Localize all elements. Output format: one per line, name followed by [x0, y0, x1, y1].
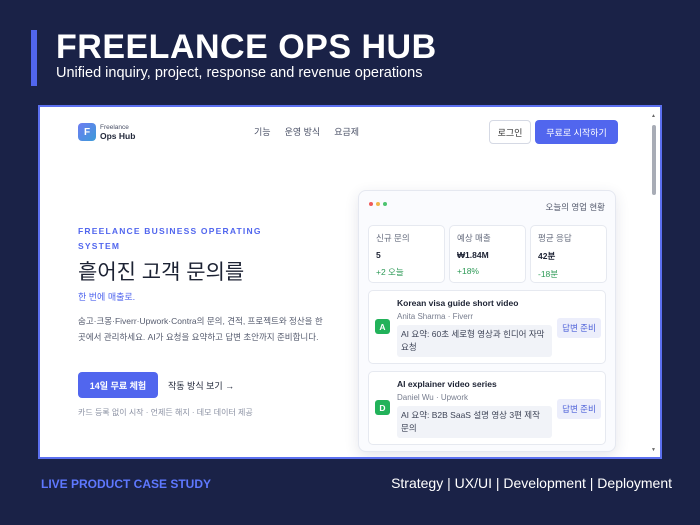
- dashboard-preview: 오늘의 영업 현황 신규 문의 5 +2 오늘 예상 매출 ₩1.84M +18…: [358, 190, 616, 452]
- hero-headline: 흩어진 고객 문의를: [78, 261, 245, 284]
- stat-value: ₩1.84M: [457, 250, 489, 260]
- stat-card-avg-response: 평균 응답 42분 -18분: [530, 225, 607, 283]
- login-button[interactable]: 로그인: [489, 120, 531, 144]
- site-logo[interactable]: F Freelance Ops Hub: [78, 123, 135, 141]
- stat-card-new-inquiries: 신규 문의 5 +2 오늘: [368, 225, 445, 283]
- how-it-works-link[interactable]: 작동 방식 보기 →: [168, 379, 234, 392]
- start-free-button[interactable]: 무료로 시작하기: [535, 120, 618, 144]
- deck-subtitle: Unified inquiry, project, response and r…: [56, 65, 423, 81]
- services-list: Strategy | UX/UI | Development | Deploym…: [391, 475, 672, 491]
- stat-delta: +18%: [457, 266, 479, 276]
- logo-text: Freelance Ops Hub: [100, 123, 135, 141]
- nav-item-operations[interactable]: 운영 방식: [285, 125, 321, 138]
- stat-label: 예상 매출: [457, 233, 491, 243]
- stat-label: 평균 응답: [538, 233, 572, 243]
- stat-value: 42분: [538, 251, 556, 261]
- inquiry-title: Korean visa guide short video: [397, 298, 519, 308]
- stat-card-expected-revenue: 예상 매출 ₩1.84M +18%: [449, 225, 526, 283]
- scroll-thumb[interactable]: [652, 125, 656, 195]
- hero-eyebrow: FREELANCE BUSINESS OPERATING SYSTEM: [78, 226, 262, 251]
- free-trial-button[interactable]: 14일 무료 체험: [78, 372, 158, 398]
- inquiry-title: AI explainer video series: [397, 379, 497, 389]
- title-accent-bar: [31, 30, 37, 86]
- main-nav: 기능 운영 방식 요금제: [254, 125, 359, 138]
- inquiry-card[interactable]: Korean visa guide short video Anita Shar…: [368, 290, 606, 364]
- landing-page: F Freelance Ops Hub 기능 운영 방식 요금제 로그인 무료로…: [40, 107, 660, 457]
- stat-delta: -18분: [538, 269, 559, 279]
- inquiry-meta: Anita Sharma · Fiverr: [397, 312, 474, 321]
- hero-headline-accent: 한 번에 매출로.: [78, 292, 136, 302]
- stat-value: 5: [376, 250, 381, 260]
- case-study-label: LIVE PRODUCT CASE STUDY: [41, 477, 212, 491]
- hero-fineprint: 카드 등록 없이 시작 · 언제든 해지 · 데모 데이터 제공: [78, 408, 253, 417]
- scroll-up-icon[interactable]: ▲: [651, 113, 656, 119]
- inquiry-card[interactable]: AI explainer video series Daniel Wu · Up…: [368, 371, 606, 445]
- client-avatar: D: [375, 400, 390, 415]
- ai-summary: AI 요약: 60초 세로형 영상과 힌디어 자막 요청: [397, 325, 552, 357]
- stat-label: 신규 문의: [376, 233, 410, 243]
- nav-item-pricing[interactable]: 요금제: [334, 125, 359, 138]
- window-dots-icon: [369, 202, 387, 206]
- scroll-down-icon[interactable]: ▼: [651, 447, 656, 453]
- page-scrollbar[interactable]: ▲ ▼: [651, 113, 657, 453]
- prepare-reply-button[interactable]: 답변 준비: [557, 318, 601, 338]
- nav-item-features[interactable]: 기능: [254, 125, 271, 138]
- ai-summary: AI 요약: B2B SaaS 설명 영상 3편 제작 문의: [397, 406, 552, 438]
- client-avatar: A: [375, 319, 390, 334]
- stat-delta: +2 오늘: [376, 267, 404, 277]
- dashboard-title: 오늘의 영업 현황: [545, 202, 605, 212]
- prepare-reply-button[interactable]: 답변 준비: [557, 399, 601, 419]
- hero-description: 숨고·크몽·Fiverr·Upwork·Contra의 문의, 견적, 프로젝트…: [78, 316, 323, 342]
- logo-line-2: Ops Hub: [100, 131, 136, 141]
- browser-frame: F Freelance Ops Hub 기능 운영 방식 요금제 로그인 무료로…: [38, 105, 662, 459]
- logo-mark-icon: F: [78, 123, 96, 141]
- deck-title: FREELANCE OPS HUB: [56, 28, 437, 66]
- inquiry-meta: Daniel Wu · Upwork: [397, 393, 468, 402]
